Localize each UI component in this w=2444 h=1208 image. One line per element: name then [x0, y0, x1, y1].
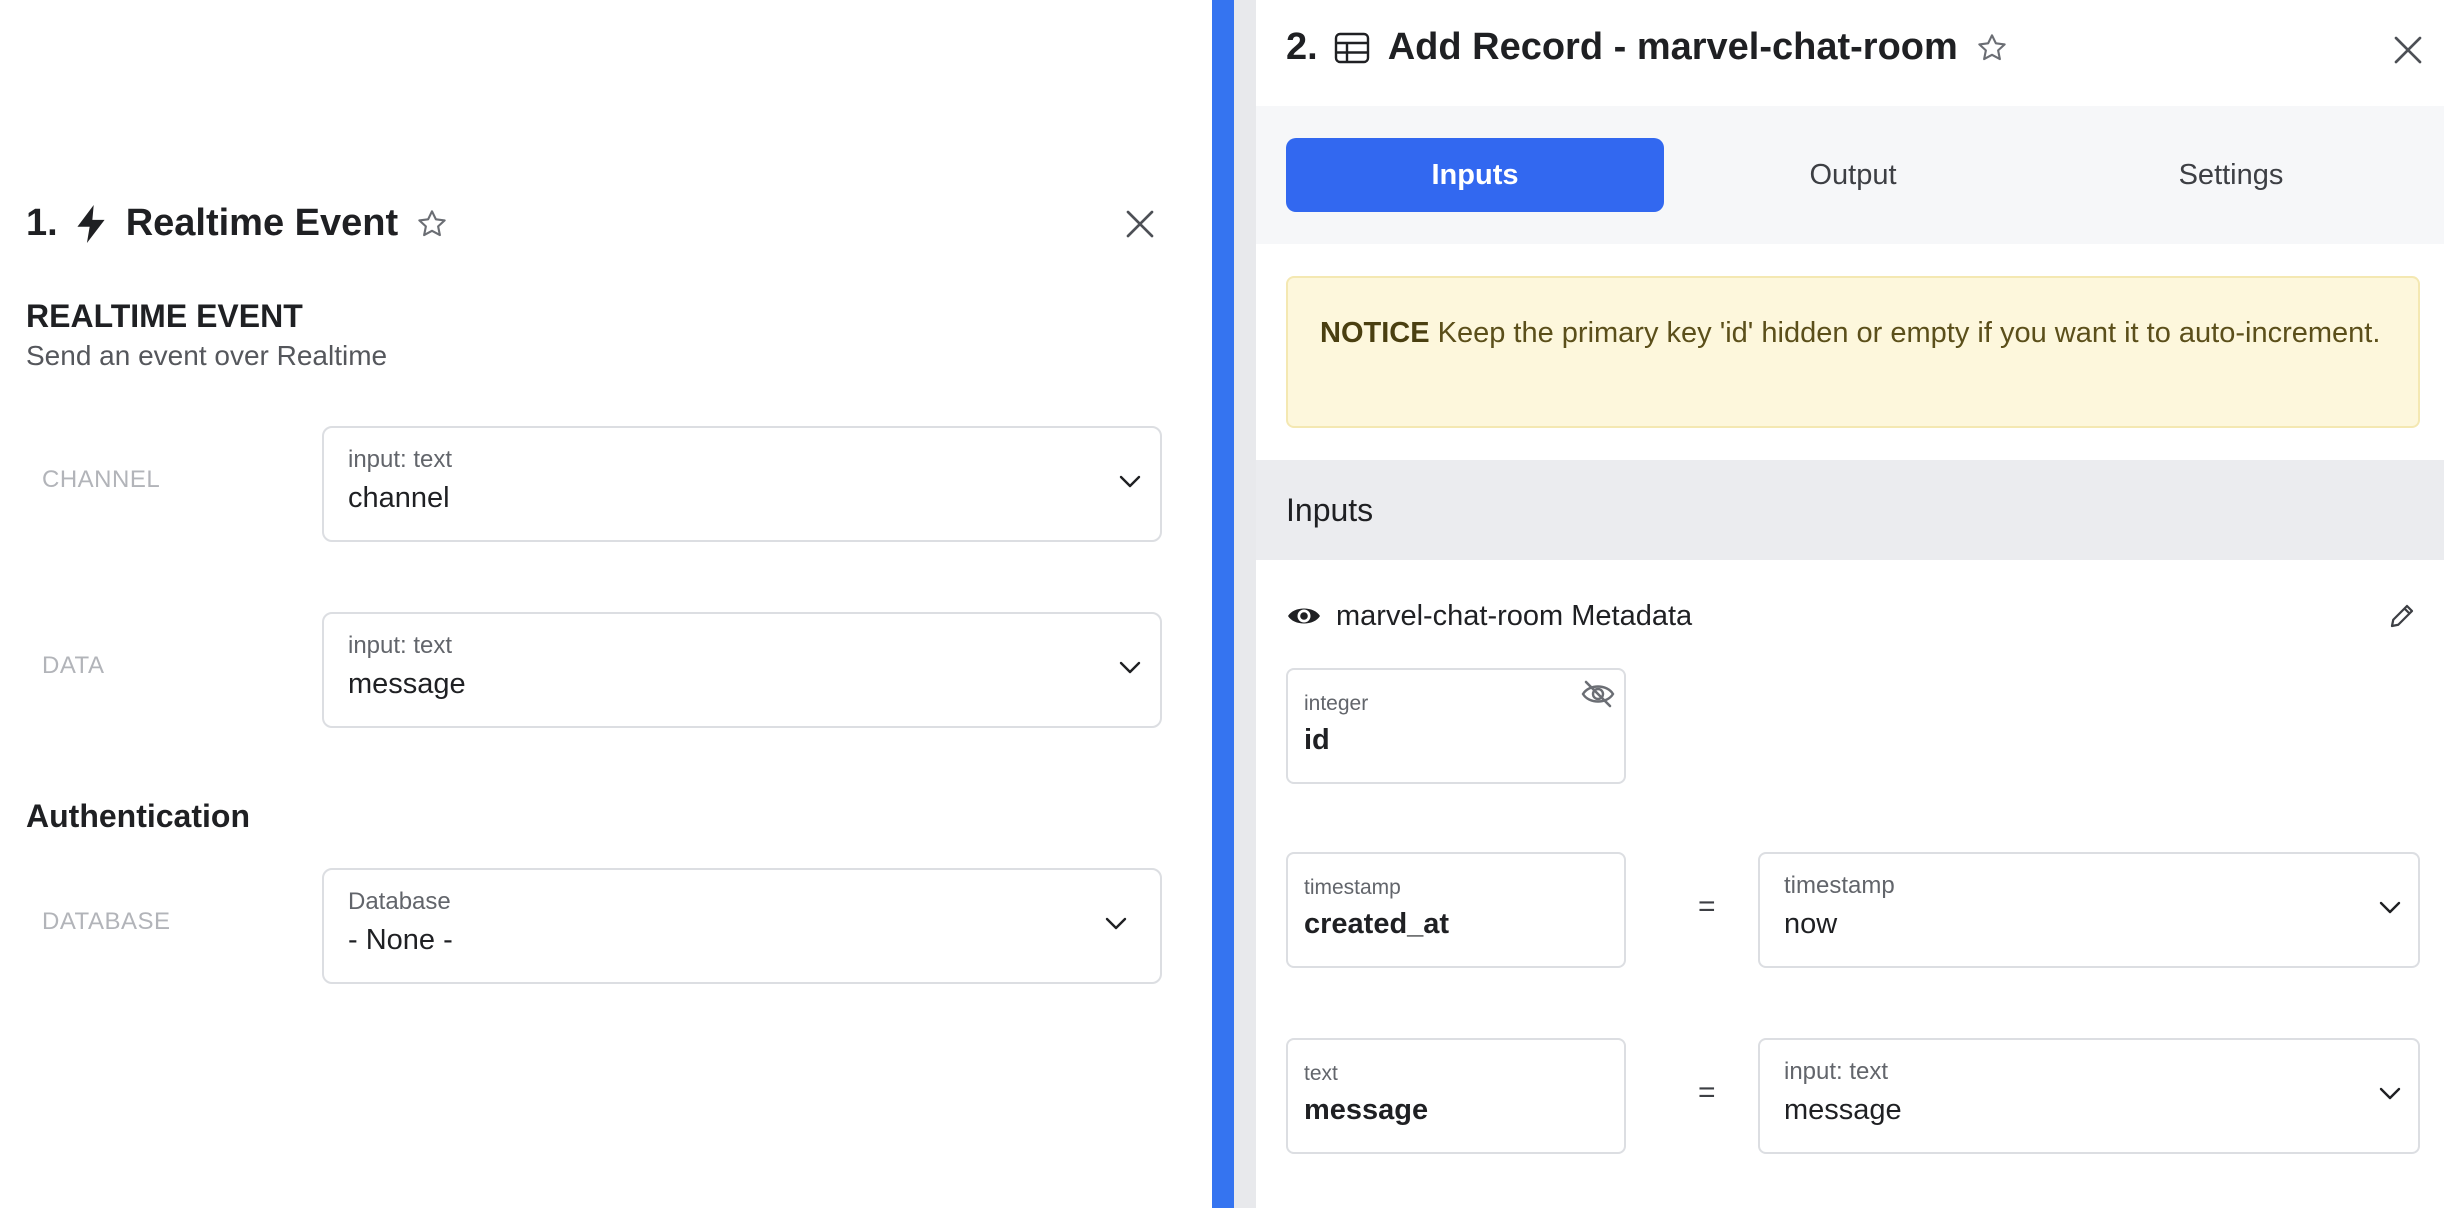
step-number: 2.	[1286, 26, 1318, 68]
notice-text: Keep the primary key 'id' hidden or empt…	[1437, 317, 2381, 349]
pencil-icon[interactable]	[2384, 598, 2420, 634]
tab-settings[interactable]: Settings	[2042, 138, 2420, 212]
value-text: message	[1784, 1094, 1902, 1126]
data-select[interactable]: input: text message	[322, 612, 1162, 728]
eye-off-icon[interactable]	[1578, 676, 1618, 712]
chevron-down-icon	[2376, 1080, 2404, 1108]
inputs-section-header: Inputs	[1256, 460, 2444, 560]
chevron-down-icon	[2376, 894, 2404, 922]
step-title: Add Record - marvel-chat-room	[1387, 26, 1958, 68]
created-at-value-select[interactable]: timestamp now	[1758, 852, 2420, 968]
star-icon[interactable]	[1976, 32, 2008, 64]
eye-icon[interactable]	[1286, 602, 1322, 630]
data-label: DATA	[42, 652, 105, 679]
close-icon[interactable]	[1118, 202, 1162, 246]
chevron-down-icon	[1116, 654, 1144, 682]
equals-sign: =	[1698, 1076, 1716, 1109]
database-value: - None -	[348, 924, 453, 956]
right-panel: 2. Add Record - marvel-chat-room Inputs …	[1234, 0, 2444, 1208]
equals-sign: =	[1698, 890, 1716, 923]
database-type-label: Database	[348, 888, 451, 915]
left-panel: 1. Realtime Event REALTIME EVENT Send an…	[0, 0, 1212, 1208]
table-icon	[1334, 32, 1370, 64]
value-text: now	[1784, 908, 1838, 940]
tabs-bar: Inputs Output Settings	[1256, 106, 2444, 244]
channel-value: channel	[348, 482, 450, 514]
lightning-bolt-icon	[74, 204, 108, 243]
database-select[interactable]: Database - None -	[322, 868, 1162, 984]
step-title: Realtime Event	[125, 202, 399, 244]
channel-type-label: input: text	[348, 446, 453, 473]
column-name: created_at	[1304, 908, 1450, 940]
metadata-row: marvel-chat-room Metadata	[1286, 594, 2420, 638]
data-value: message	[348, 668, 466, 700]
column-name: id	[1304, 724, 1330, 756]
message-value-select[interactable]: input: text message	[1758, 1038, 2420, 1154]
step-number: 1.	[26, 202, 58, 244]
left-panel-title: 1. Realtime Event	[26, 202, 448, 245]
right-panel-title: 2. Add Record - marvel-chat-room	[1286, 26, 2008, 69]
value-type-label: timestamp	[1784, 872, 1895, 899]
column-id: integer id	[1286, 668, 1626, 784]
channel-label: CHANNEL	[42, 466, 161, 493]
column-type: text	[1304, 1062, 1338, 1085]
column-name: message	[1304, 1094, 1429, 1126]
value-type-label: input: text	[1784, 1058, 1889, 1085]
channel-select[interactable]: input: text channel	[322, 426, 1162, 542]
tab-inputs[interactable]: Inputs	[1286, 138, 1664, 212]
column-created-at: timestamp created_at	[1286, 852, 1626, 968]
data-type-label: input: text	[348, 632, 453, 659]
column-message: text message	[1286, 1038, 1626, 1154]
star-icon[interactable]	[416, 208, 448, 240]
tab-output[interactable]: Output	[1664, 138, 2042, 212]
column-type: integer	[1304, 692, 1369, 715]
inputs-header-label: Inputs	[1286, 492, 1374, 528]
notice-banner: NOTICE Keep the primary key 'id' hidden …	[1286, 276, 2420, 428]
section-title: REALTIME EVENT	[26, 298, 303, 334]
close-icon[interactable]	[2386, 28, 2430, 72]
authentication-title: Authentication	[26, 798, 250, 834]
section-subtitle: Send an event over Realtime	[26, 340, 388, 371]
notice-label: NOTICE	[1320, 317, 1430, 349]
database-label: DATABASE	[42, 908, 171, 935]
column-type: timestamp	[1304, 876, 1401, 899]
metadata-label: marvel-chat-room Metadata	[1336, 599, 1693, 632]
chevron-down-icon	[1116, 468, 1144, 496]
panel-divider[interactable]	[1212, 0, 1234, 1208]
chevron-down-icon	[1102, 910, 1130, 938]
